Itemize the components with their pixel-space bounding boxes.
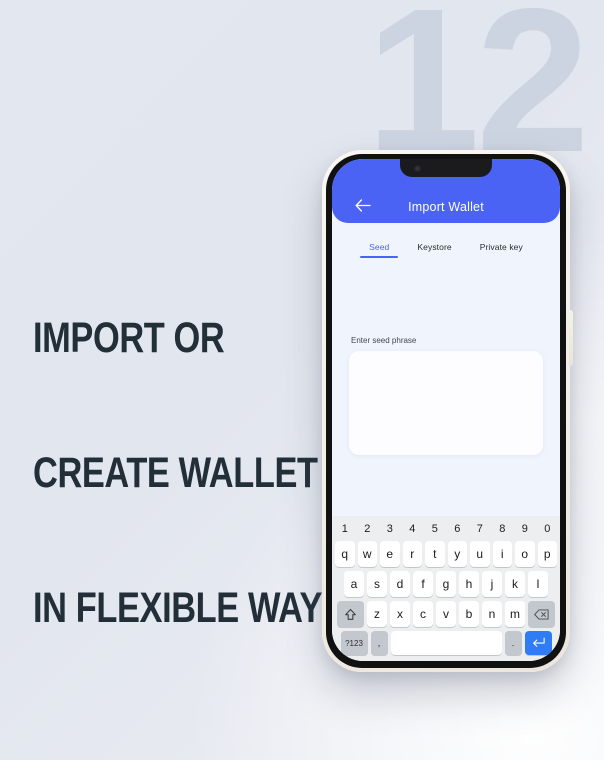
keyboard-row-top: q w e r t y u i o p: [335, 541, 557, 567]
key-d[interactable]: d: [390, 571, 410, 597]
back-button[interactable]: [352, 194, 374, 216]
key-a[interactable]: a: [344, 571, 364, 597]
front-camera-icon: [414, 165, 421, 172]
key-j[interactable]: j: [482, 571, 502, 597]
headline-line-3: IN FLEXIBLE WAYS: [33, 584, 345, 632]
key-4[interactable]: 4: [403, 521, 423, 537]
key-s[interactable]: s: [367, 571, 387, 597]
key-k[interactable]: k: [505, 571, 525, 597]
enter-icon: [533, 637, 545, 647]
phone-notch: [400, 159, 492, 177]
enter-key[interactable]: [524, 631, 552, 655]
comma-key[interactable]: ,: [370, 631, 388, 655]
key-7[interactable]: 7: [470, 521, 490, 537]
key-p[interactable]: p: [537, 541, 557, 567]
power-button[interactable]: [569, 310, 573, 366]
key-1[interactable]: 1: [335, 521, 355, 537]
key-v[interactable]: v: [436, 601, 456, 627]
key-n[interactable]: n: [482, 601, 502, 627]
phone-bezel: Import Wallet Seed Keystore Private key …: [326, 154, 566, 668]
key-f[interactable]: f: [413, 571, 433, 597]
key-o[interactable]: o: [515, 541, 535, 567]
keyboard-row-function: ?123 , .: [335, 631, 557, 655]
symbols-key[interactable]: ?123: [340, 631, 368, 655]
tab-private-key[interactable]: Private key: [480, 242, 523, 258]
key-w[interactable]: w: [357, 541, 377, 567]
key-9[interactable]: 9: [515, 521, 535, 537]
key-q[interactable]: q: [335, 541, 355, 567]
period-key[interactable]: .: [504, 631, 522, 655]
key-5[interactable]: 5: [425, 521, 445, 537]
key-u[interactable]: u: [470, 541, 490, 567]
shift-key[interactable]: [337, 601, 364, 627]
key-r[interactable]: r: [402, 541, 422, 567]
space-key[interactable]: [390, 631, 502, 655]
key-2[interactable]: 2: [358, 521, 378, 537]
key-c[interactable]: c: [413, 601, 433, 627]
key-i[interactable]: i: [492, 541, 512, 567]
backspace-key[interactable]: [528, 601, 555, 627]
on-screen-keyboard: 1 2 3 4 5 6 7 8 9 0 q w e r t y u i o p …: [332, 516, 560, 661]
key-3[interactable]: 3: [380, 521, 400, 537]
arrow-left-icon: [355, 198, 371, 212]
key-l[interactable]: l: [528, 571, 548, 597]
shift-icon: [345, 608, 356, 620]
key-6[interactable]: 6: [448, 521, 468, 537]
headline-line-1: IMPORT OR: [33, 314, 225, 362]
key-g[interactable]: g: [436, 571, 456, 597]
key-b[interactable]: b: [459, 601, 479, 627]
form-content: Enter seed phrase: [332, 258, 560, 516]
key-y[interactable]: y: [447, 541, 467, 567]
headline-line-2: CREATE WALLET: [33, 449, 318, 497]
key-0[interactable]: 0: [538, 521, 558, 537]
page-title: IMPORT OR CREATE WALLET IN FLEXIBLE WAYS: [33, 226, 345, 676]
tab-seed[interactable]: Seed: [359, 242, 399, 258]
key-z[interactable]: z: [367, 601, 387, 627]
seed-phrase-input[interactable]: [349, 351, 543, 455]
backspace-icon: [534, 608, 549, 620]
key-m[interactable]: m: [505, 601, 525, 627]
key-t[interactable]: t: [425, 541, 445, 567]
phone-mockup: Import Wallet Seed Keystore Private key …: [322, 150, 573, 672]
keyboard-row-bottom: z x c v b n m: [335, 601, 557, 627]
seed-phrase-label: Enter seed phrase: [351, 336, 417, 345]
key-h[interactable]: h: [459, 571, 479, 597]
tab-bar: Seed Keystore Private key: [332, 223, 560, 258]
tab-keystore[interactable]: Keystore: [417, 242, 451, 258]
key-x[interactable]: x: [390, 601, 410, 627]
key-8[interactable]: 8: [493, 521, 513, 537]
phone-screen: Import Wallet Seed Keystore Private key …: [332, 159, 560, 661]
key-e[interactable]: e: [380, 541, 400, 567]
keyboard-row-home: a s d f g h j k l: [335, 571, 557, 597]
keyboard-row-numbers: 1 2 3 4 5 6 7 8 9 0: [335, 521, 557, 537]
